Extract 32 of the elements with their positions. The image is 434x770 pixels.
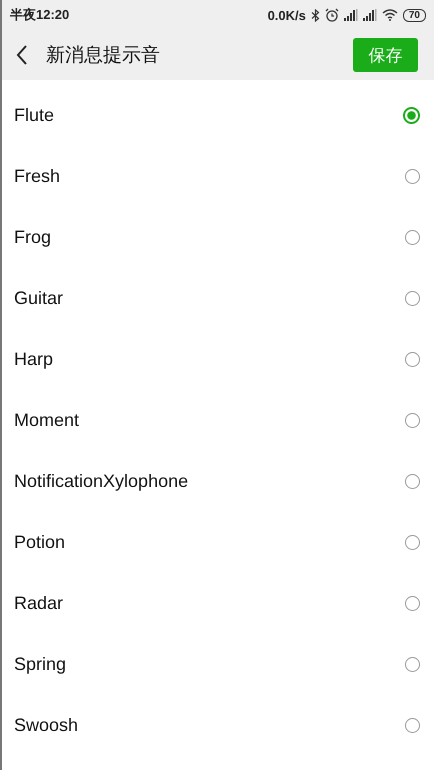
- radio-button[interactable]: [405, 291, 420, 306]
- battery-level: 70: [402, 8, 426, 22]
- radio-button[interactable]: [405, 718, 420, 733]
- wifi-icon: [382, 9, 398, 21]
- sound-option[interactable]: Moment: [2, 390, 434, 451]
- sound-option[interactable]: Radar: [2, 573, 434, 634]
- sound-option[interactable]: Harp: [2, 329, 434, 390]
- sound-option[interactable]: Spring: [2, 634, 434, 695]
- radio-button[interactable]: [405, 657, 420, 672]
- bluetooth-icon: [310, 8, 320, 22]
- sound-option[interactable]: Potion: [2, 512, 434, 573]
- sound-option[interactable]: Frog: [2, 207, 434, 268]
- page-title: 新消息提示音: [46, 44, 161, 68]
- radio-button[interactable]: [405, 535, 420, 550]
- radio-button[interactable]: [405, 352, 420, 367]
- radio-button[interactable]: [405, 596, 420, 611]
- radio-button[interactable]: [405, 230, 420, 245]
- sound-option[interactable]: NotificationXylophone: [2, 451, 434, 512]
- network-speed: 0.0K/s: [268, 8, 306, 22]
- sound-option[interactable]: Guitar: [2, 268, 434, 329]
- back-icon[interactable]: [16, 45, 28, 65]
- alarm-icon: [324, 8, 339, 22]
- sound-option[interactable]: Fresh: [2, 146, 434, 207]
- sound-option[interactable]: Swoosh: [2, 695, 434, 756]
- signal-icon: [344, 9, 358, 21]
- radio-button[interactable]: [403, 107, 420, 124]
- signal-icon: [362, 9, 377, 21]
- radio-button[interactable]: [405, 474, 420, 489]
- status-time: 半夜12:20: [10, 6, 70, 24]
- radio-button[interactable]: [405, 169, 420, 184]
- radio-button[interactable]: [405, 413, 420, 428]
- sound-option[interactable]: Flute: [2, 85, 434, 146]
